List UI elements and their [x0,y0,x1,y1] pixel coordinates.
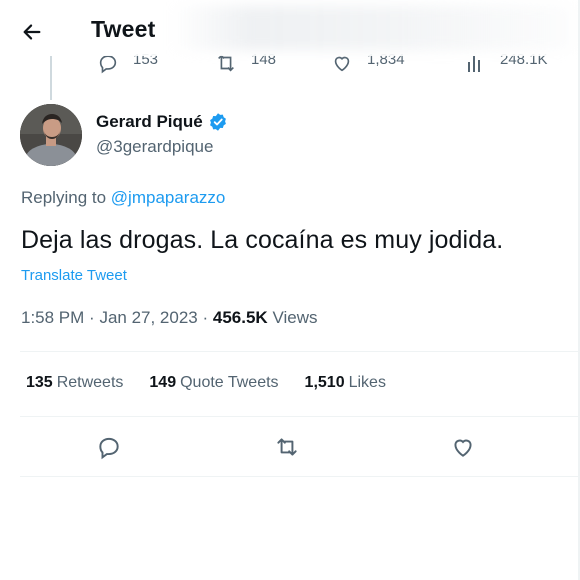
translate-tweet-link[interactable]: Translate Tweet [21,267,127,284]
replying-prefix: Replying to [21,188,107,207]
divider [20,416,578,417]
quotes-count: 149 [149,374,177,391]
arrow-left-icon [23,24,41,40]
separator-dot: · [89,308,100,327]
author-name[interactable]: Gerard Piqué [96,112,228,132]
likes-label: Likes [348,374,386,391]
replying-to-link[interactable]: @jmpaparazzo [111,188,226,207]
avatar[interactable] [20,104,82,166]
header-blur-overlay [170,6,570,50]
page-title: Tweet [91,16,156,42]
like-button[interactable] [446,430,480,464]
tweet-time[interactable]: 1:58 PM [21,308,84,327]
back-button[interactable] [14,14,50,50]
retweet-button[interactable] [270,430,304,464]
tweet-page: 153 148 1,834 248.1K Tweet Gerard Piqué … [0,0,580,580]
quote-tweets-stat[interactable]: 149 Quote Tweets [149,374,278,392]
tweet-meta: 1:58 PM · Jan 27, 2023 · 456.5K Views [21,308,317,328]
verified-badge-icon [209,113,226,131]
divider [20,351,578,352]
thread-connector-line [50,56,52,100]
author-name-text: Gerard Piqué [96,112,203,131]
divider [20,476,578,477]
top-header: Tweet [0,0,578,56]
retweet-icon [277,438,297,456]
likes-count: 1,510 [304,374,345,391]
likes-stat[interactable]: 1,510 Likes [305,374,386,392]
tweet-date[interactable]: Jan 27, 2023 [99,308,197,327]
like-icon [454,439,472,457]
reply-icon [99,437,119,460]
engagement-stats: 135 Retweets 149 Quote Tweets 1,510 Likes [26,374,386,392]
views-label: Views [272,308,318,327]
views-count: 456.5K [212,308,268,327]
reply-button[interactable] [92,430,126,464]
separator-dot: · [202,308,213,327]
replying-to: Replying to @jmpaparazzo [21,188,225,208]
retweets-stat[interactable]: 135 Retweets [26,374,123,392]
author-handle[interactable]: @3gerardpique [96,137,213,157]
retweets-count: 135 [26,374,53,391]
quotes-label: Quote Tweets [180,374,279,391]
profile-photo [20,104,82,166]
tweet-text: Deja las drogas. La cocaína es muy jodid… [21,226,504,254]
retweets-label: Retweets [56,374,124,391]
